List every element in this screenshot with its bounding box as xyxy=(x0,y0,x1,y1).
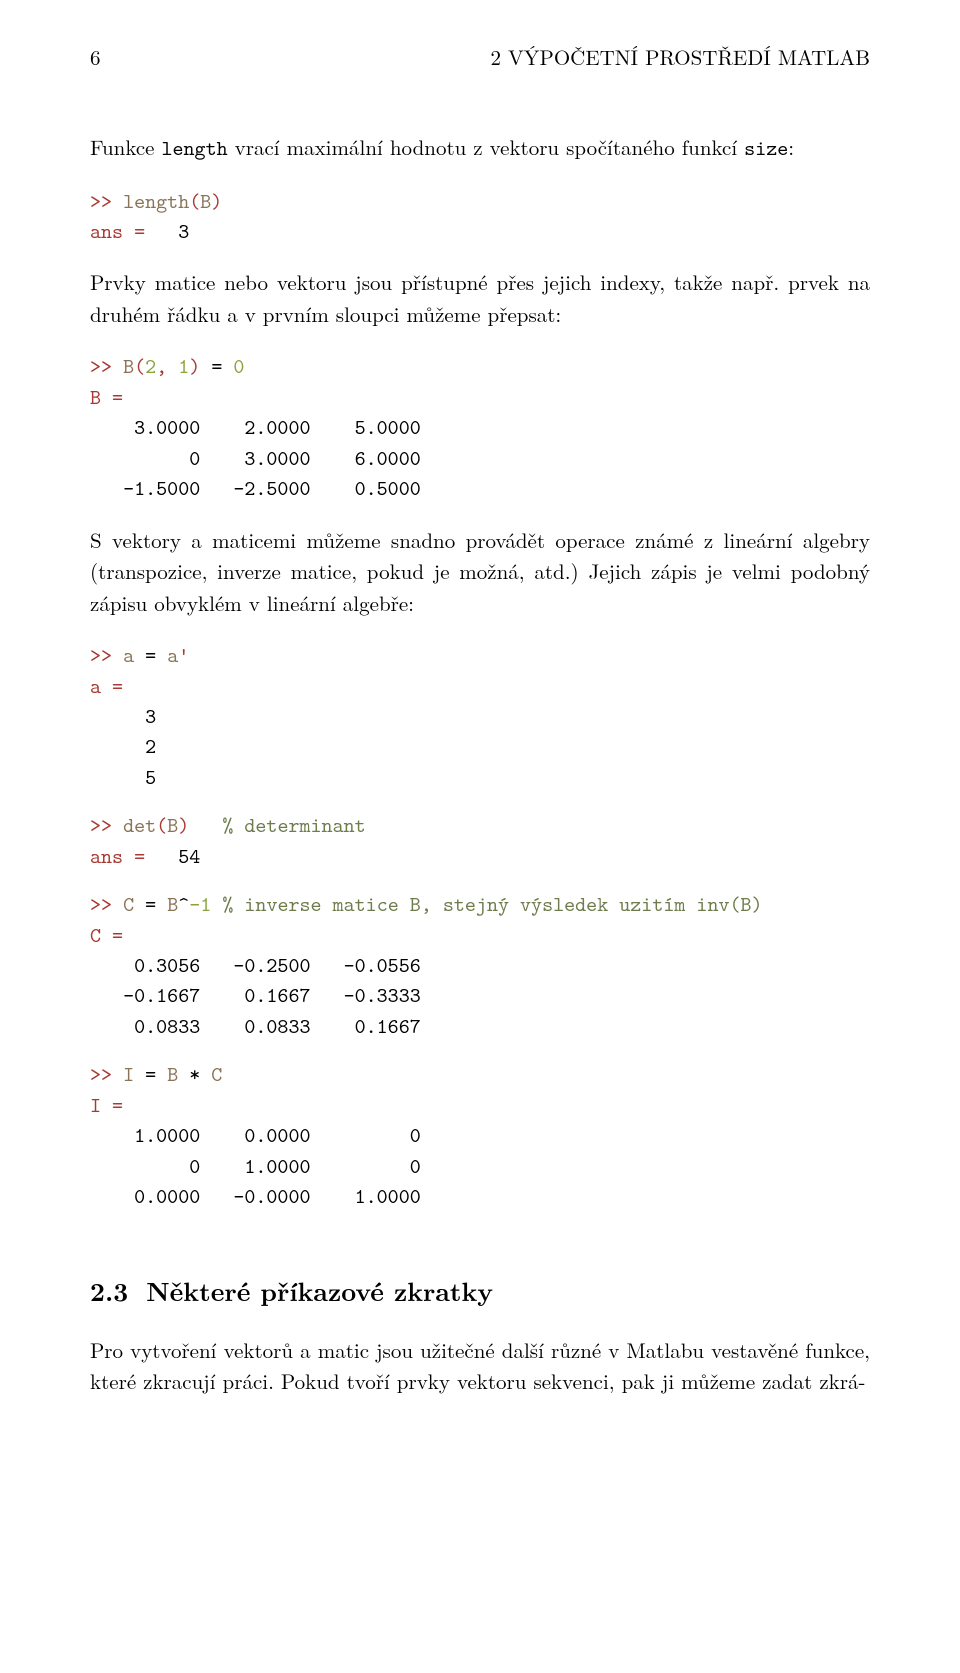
arg: B xyxy=(200,187,211,215)
ans-label: ans = xyxy=(90,842,156,870)
code-B-assign: >> B(2, 1) = 0 B = 3.0000 2.0000 5.0000 … xyxy=(90,351,870,503)
num: 1 xyxy=(178,352,189,380)
section-number: 2.3 xyxy=(90,1272,128,1309)
out-label: C = xyxy=(90,921,123,949)
prompt: >> xyxy=(90,641,123,669)
arg: B xyxy=(167,811,178,839)
func-name: length xyxy=(123,187,189,215)
prompt: >> xyxy=(90,187,123,215)
paragraph-linear-algebra: S vektory a maticemi můžeme snadno prová… xyxy=(90,525,870,620)
var: B xyxy=(167,1060,178,1088)
output-row: 0.3056 -0.2500 -0.0556 xyxy=(90,951,421,979)
paragraph-index-access: Prvky matice nebo vektoru jsou přístupné… xyxy=(90,267,870,330)
num: 2 xyxy=(145,352,156,380)
code-det: >> det(B) % determinant ans = 54 xyxy=(90,810,870,871)
lparen: ( xyxy=(189,187,200,215)
comment: % inverse matice B, stejný výsledek uzit… xyxy=(222,890,762,918)
prompt: >> xyxy=(90,811,123,839)
output-row: 0 3.0000 6.0000 xyxy=(90,444,421,472)
lparen: ( xyxy=(156,811,167,839)
output: 3 xyxy=(156,217,189,245)
output-row: 3.0000 2.0000 5.0000 xyxy=(90,413,421,441)
comma: , xyxy=(156,352,178,380)
rparen: ) xyxy=(178,811,189,839)
output-row: -1.5000 -2.5000 0.5000 xyxy=(90,474,421,502)
num: 0 xyxy=(233,352,244,380)
op: = xyxy=(200,352,233,380)
prompt: >> xyxy=(90,890,123,918)
op: = xyxy=(134,641,167,669)
code-transpose: >> a = a' a = 3 2 5 xyxy=(90,640,870,792)
lparen: ( xyxy=(134,352,145,380)
output-row: 5 xyxy=(90,763,156,791)
out-label: B = xyxy=(90,383,123,411)
section-title: Některé příkazové zkratky xyxy=(146,1272,493,1309)
code-identity: >> I = B * C I = 1.0000 0.0000 0 0 1.000… xyxy=(90,1059,870,1211)
var: B xyxy=(123,352,134,380)
var: a xyxy=(167,641,178,669)
op: * xyxy=(178,1060,211,1088)
var: C xyxy=(123,890,134,918)
var: a xyxy=(123,641,134,669)
out-label: a = xyxy=(90,672,123,700)
output-row: 1.0000 0.0000 0 xyxy=(90,1121,421,1149)
output-row: 0.0000 -0.0000 1.0000 xyxy=(90,1182,421,1210)
out-label: I = xyxy=(90,1091,123,1119)
section-heading: 2.3 Některé příkazové zkratky xyxy=(90,1272,870,1309)
num: -1 xyxy=(189,890,211,918)
output-row: 3 xyxy=(90,702,156,730)
text: : xyxy=(788,132,794,162)
page-header: 6 2 VÝPOČETNÍ PROSTŘEDÍ MATLAB xyxy=(90,42,870,72)
output-row: 0.0833 0.0833 0.1667 xyxy=(90,1012,421,1040)
code-inverse: >> C = B^-1 % inverse matice B, stejný v… xyxy=(90,889,870,1041)
rparen: ) xyxy=(211,187,222,215)
transpose-op: ' xyxy=(178,641,189,669)
rparen: ) xyxy=(189,352,200,380)
output-row: 0 1.0000 0 xyxy=(90,1152,421,1180)
op: = xyxy=(134,890,167,918)
var: C xyxy=(211,1060,222,1088)
text: vrací maximální hodnotu z vektoru spočít… xyxy=(228,132,745,162)
text: Funkce xyxy=(90,132,161,162)
var: B xyxy=(167,890,178,918)
op: ^ xyxy=(178,890,189,918)
paragraph-shortcuts: Pro vytvoření vektorů a matic jsou užite… xyxy=(90,1335,870,1398)
prompt: >> xyxy=(90,1060,123,1088)
output-row: -0.1667 0.1667 -0.3333 xyxy=(90,981,421,1009)
ans-label: ans = xyxy=(90,217,156,245)
comment: % determinant xyxy=(222,811,365,839)
op: = xyxy=(134,1060,167,1088)
running-title: 2 VÝPOČETNÍ PROSTŘEDÍ MATLAB xyxy=(491,42,870,72)
var: I xyxy=(123,1060,134,1088)
code-length-B: >> length(B) ans = 3 xyxy=(90,186,870,247)
page-number: 6 xyxy=(90,42,101,72)
prompt: >> xyxy=(90,352,123,380)
inline-code: length xyxy=(161,134,227,162)
paragraph-intro-length: Funkce length vrací maximální hodnotu z … xyxy=(90,132,870,165)
page-container: 6 2 VÝPOČETNÍ PROSTŘEDÍ MATLAB Funkce le… xyxy=(0,0,960,1673)
inline-code: size xyxy=(744,134,788,162)
func-name: det xyxy=(123,811,156,839)
output-row: 2 xyxy=(90,732,156,760)
output: 54 xyxy=(156,842,200,870)
